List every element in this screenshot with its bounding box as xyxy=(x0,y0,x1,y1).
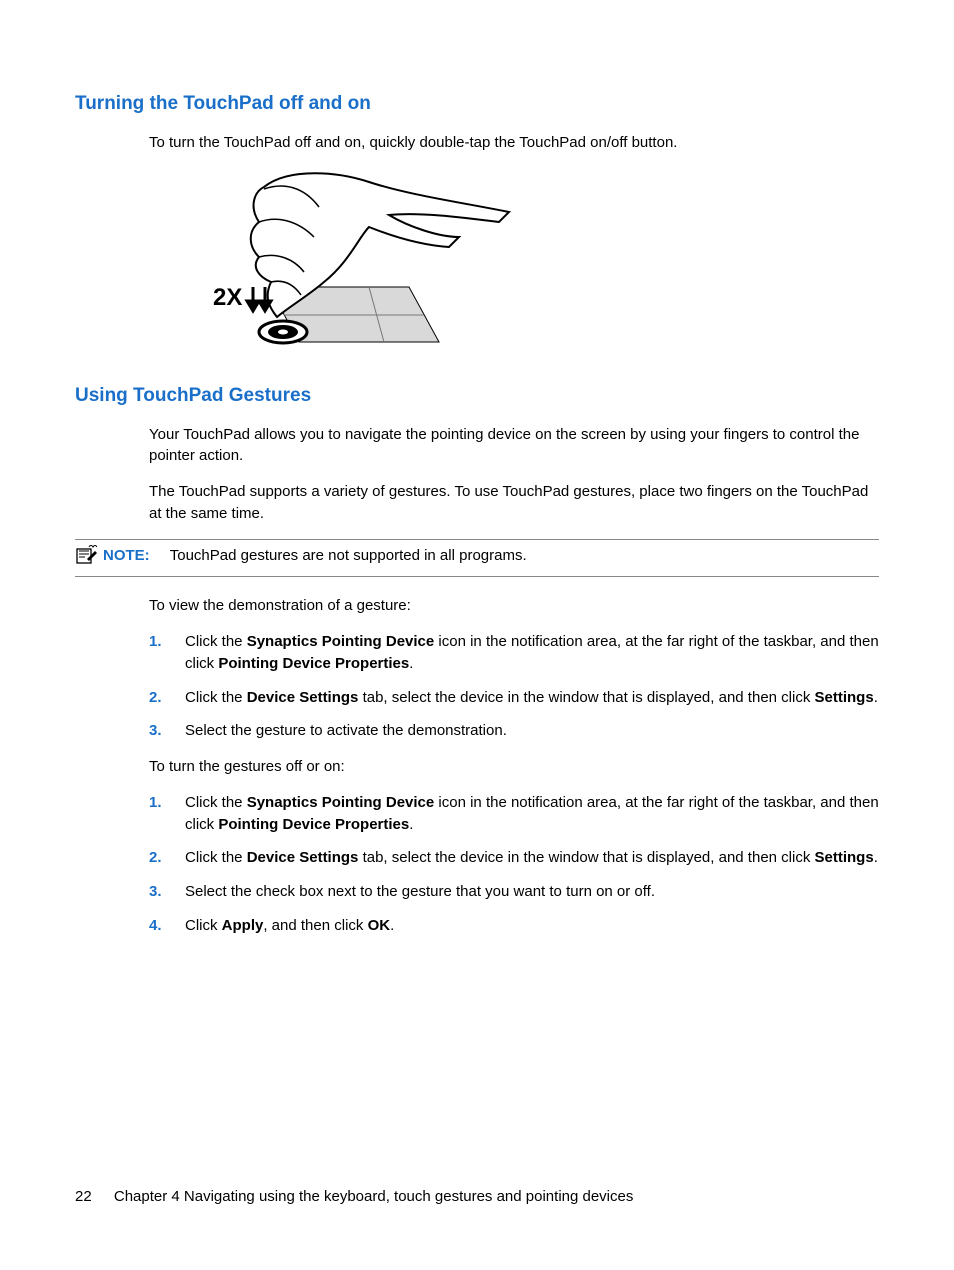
note-callout: NOTE: TouchPad gestures are not supporte… xyxy=(75,539,879,578)
paragraph: To view the demonstration of a gesture: xyxy=(149,595,879,617)
hand-doubletap-icon: 2X xyxy=(209,167,519,357)
steps-list-toggle-gesture: 1. Click the Synaptics Pointing Device i… xyxy=(149,792,879,937)
step-number: 1. xyxy=(149,631,165,675)
step-text: Click the Device Settings tab, select th… xyxy=(185,847,879,869)
list-item: 1. Click the Synaptics Pointing Device i… xyxy=(149,631,879,675)
list-item: 3. Select the check box next to the gest… xyxy=(149,881,879,903)
section-body: To turn the TouchPad off and on, quickly… xyxy=(75,132,879,365)
list-item: 2. Click the Device Settings tab, select… xyxy=(149,687,879,709)
heading-using-gestures: Using TouchPad Gestures xyxy=(75,382,879,410)
step-text: Select the gesture to activate the demon… xyxy=(185,720,879,742)
page-number: 22 xyxy=(75,1188,92,1205)
doubletap-label: 2X xyxy=(213,284,242,311)
step-number: 4. xyxy=(149,915,165,937)
chapter-title: Chapter 4 Navigating using the keyboard,… xyxy=(114,1188,634,1205)
list-item: 1. Click the Synaptics Pointing Device i… xyxy=(149,792,879,836)
step-text: Click the Device Settings tab, select th… xyxy=(185,687,879,709)
paragraph: Your TouchPad allows you to navigate the… xyxy=(149,424,879,468)
paragraph: To turn the TouchPad off and on, quickly… xyxy=(149,132,879,154)
note-icon xyxy=(75,545,97,572)
list-item: 2. Click the Device Settings tab, select… xyxy=(149,847,879,869)
section-body: To view the demonstration of a gesture: … xyxy=(75,595,879,936)
section-body: Your TouchPad allows you to navigate the… xyxy=(75,424,879,525)
step-text: Select the check box next to the gesture… xyxy=(185,881,879,903)
list-item: 3. Select the gesture to activate the de… xyxy=(149,720,879,742)
steps-list-view-demo: 1. Click the Synaptics Pointing Device i… xyxy=(149,631,879,742)
note-text: TouchPad gestures are not supported in a… xyxy=(170,547,527,564)
note-label: NOTE: xyxy=(103,547,150,564)
list-item: 4. Click Apply, and then click OK. xyxy=(149,915,879,937)
page-footer: 22 Chapter 4 Navigating using the keyboa… xyxy=(75,1186,879,1208)
paragraph: The TouchPad supports a variety of gestu… xyxy=(149,481,879,525)
document-page: Turning the TouchPad off and on To turn … xyxy=(0,0,954,937)
step-text: Click the Synaptics Pointing Device icon… xyxy=(185,792,879,836)
step-number: 3. xyxy=(149,881,165,903)
step-text: Click Apply, and then click OK. xyxy=(185,915,879,937)
step-number: 2. xyxy=(149,687,165,709)
step-number: 1. xyxy=(149,792,165,836)
paragraph: To turn the gestures off or on: xyxy=(149,756,879,778)
heading-turning-touchpad: Turning the TouchPad off and on xyxy=(75,90,879,118)
step-text: Click the Synaptics Pointing Device icon… xyxy=(185,631,879,675)
touchpad-doubletap-illustration: 2X xyxy=(209,167,879,364)
step-number: 2. xyxy=(149,847,165,869)
step-number: 3. xyxy=(149,720,165,742)
